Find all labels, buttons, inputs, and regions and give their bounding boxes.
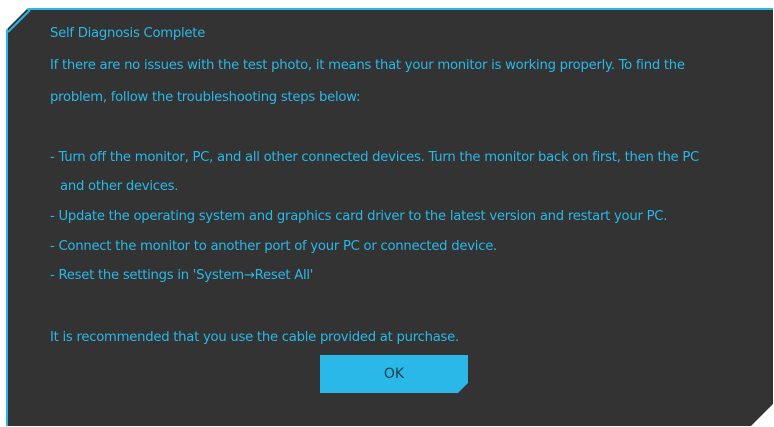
dialog-title: Self Diagnosis Complete: [50, 26, 206, 41]
step-item-4: - Reset the settings in 'System→Reset Al…: [50, 268, 314, 283]
intro-line-2: problem, follow the troubleshooting step…: [50, 90, 361, 105]
step-item-1-continued: and other devices.: [60, 179, 179, 194]
step-item-3: - Connect the monitor to another port of…: [50, 239, 497, 254]
step-item-1: - Turn off the monitor, PC, and all othe…: [50, 150, 700, 165]
recommendation-text: It is recommended that you use the cable…: [50, 330, 459, 345]
ok-button[interactable]: OK: [320, 355, 468, 393]
intro-line-1: If there are no issues with the test pho…: [50, 58, 685, 73]
step-item-2: - Update the operating system and graphi…: [50, 209, 668, 224]
corner-accent-top-left: [8, 10, 40, 42]
self-diagnosis-dialog: Self Diagnosis Complete If there are no …: [6, 8, 773, 426]
